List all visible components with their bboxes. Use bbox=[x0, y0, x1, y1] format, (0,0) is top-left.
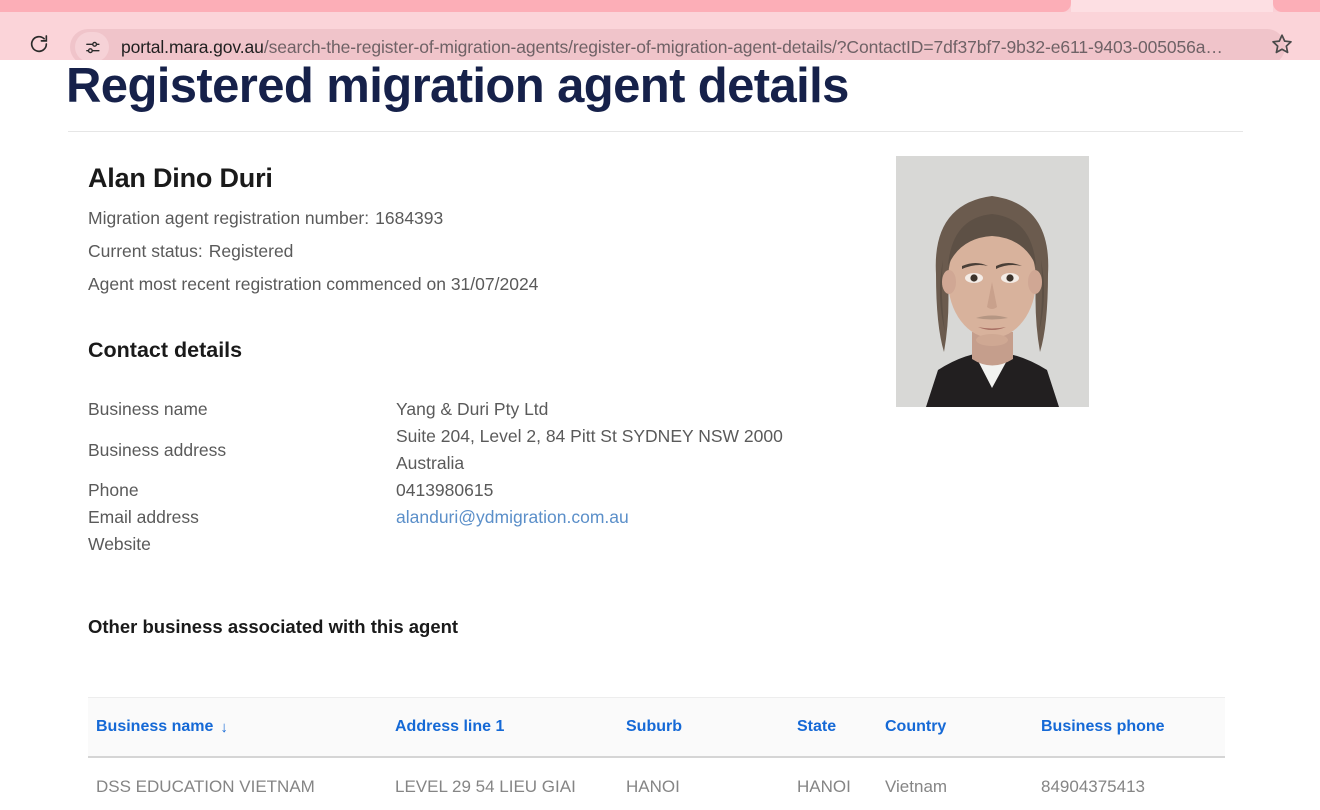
sort-descending-arrow-icon[interactable]: ↓ bbox=[220, 719, 228, 736]
url-path: /search-the-register-of-migration-agents… bbox=[263, 37, 1223, 57]
tab-strip-background-left bbox=[0, 0, 1071, 12]
title-divider bbox=[68, 131, 1243, 132]
browser-chrome: portal.mara.gov.au/search-the-register-o… bbox=[0, 0, 1320, 65]
value-business-address-line2: Australia bbox=[396, 453, 465, 473]
table-row[interactable]: DSS EDUCATION VIETNAM LEVEL 29 54 LIEU G… bbox=[88, 757, 1225, 810]
current-status-label: Current status: bbox=[88, 241, 203, 261]
label-phone: Phone bbox=[88, 480, 139, 500]
value-business-name: Yang & Duri Pty Ltd bbox=[396, 399, 549, 419]
column-header-business-name[interactable]: Business name ↓ bbox=[88, 697, 395, 758]
table-header-row: Business name ↓ Address line 1 Suburb Sta… bbox=[88, 697, 1225, 758]
cell-state: HANOI bbox=[797, 757, 885, 810]
agent-commencement-line: Agent most recent registration commenced… bbox=[88, 274, 539, 294]
value-phone: 0413980615 bbox=[396, 480, 494, 500]
cell-suburb: HANOI bbox=[626, 757, 797, 810]
cell-country: Vietnam bbox=[885, 757, 1041, 810]
label-email-address: Email address bbox=[88, 507, 199, 527]
cell-business-name: DSS EDUCATION VIETNAM bbox=[88, 757, 395, 810]
agent-status-line: Current status: Registered bbox=[88, 241, 293, 262]
reload-icon[interactable] bbox=[26, 31, 52, 57]
table-body: DSS EDUCATION VIETNAM LEVEL 29 54 LIEU G… bbox=[88, 757, 1225, 810]
value-business-address-line1: Suite 204, Level 2, 84 Pitt St SYDNEY NS… bbox=[396, 426, 783, 446]
tab-strip bbox=[0, 0, 1320, 12]
label-business-name: Business name bbox=[88, 399, 208, 419]
agent-name: Alan Dino Duri bbox=[88, 163, 273, 193]
cell-business-phone: 84904375413 bbox=[1041, 757, 1225, 810]
contact-details-heading: Contact details bbox=[88, 338, 243, 362]
cell-address-line-1: LEVEL 29 54 LIEU GIAI bbox=[395, 757, 626, 810]
site-settings-sliders-icon[interactable] bbox=[75, 32, 109, 62]
browser-tab-active[interactable] bbox=[1071, 0, 1273, 12]
other-business-table: Business name ↓ Address line 1 Suburb Sta… bbox=[88, 697, 1225, 810]
column-header-suburb[interactable]: Suburb bbox=[626, 697, 797, 758]
star-outline-icon[interactable] bbox=[1270, 32, 1294, 56]
page-title: Registered migration agent details bbox=[66, 60, 849, 113]
value-email-address-link[interactable]: alanduri@ydmigration.com.au bbox=[396, 507, 629, 528]
registration-number-value: 1684393 bbox=[375, 208, 444, 228]
registration-number-label: Migration agent registration number: bbox=[88, 208, 370, 228]
label-business-address: Business address bbox=[88, 440, 227, 460]
column-header-country[interactable]: Country bbox=[885, 697, 1041, 758]
column-header-business-phone[interactable]: Business phone bbox=[1041, 697, 1225, 758]
column-header-business-name-label: Business name bbox=[96, 718, 214, 735]
browser-toolbar: portal.mara.gov.au/search-the-register-o… bbox=[0, 12, 1320, 65]
page-content: Registered migration agent details Alan … bbox=[0, 60, 1320, 810]
column-header-address-line-1[interactable]: Address line 1 bbox=[395, 697, 626, 758]
tab-strip-background-right bbox=[1273, 0, 1320, 12]
status-badge: Registered bbox=[208, 241, 294, 261]
column-header-state[interactable]: State bbox=[797, 697, 885, 758]
other-business-heading: Other business associated with this agen… bbox=[88, 616, 459, 637]
table-header: Business name ↓ Address line 1 Suburb Sta… bbox=[88, 697, 1225, 758]
url-host: portal.mara.gov.au bbox=[121, 37, 264, 57]
agent-portrait-photo bbox=[896, 156, 1089, 407]
agent-registration-number-line: Migration agent registration number: 1684… bbox=[88, 208, 443, 229]
label-website: Website bbox=[88, 534, 151, 554]
